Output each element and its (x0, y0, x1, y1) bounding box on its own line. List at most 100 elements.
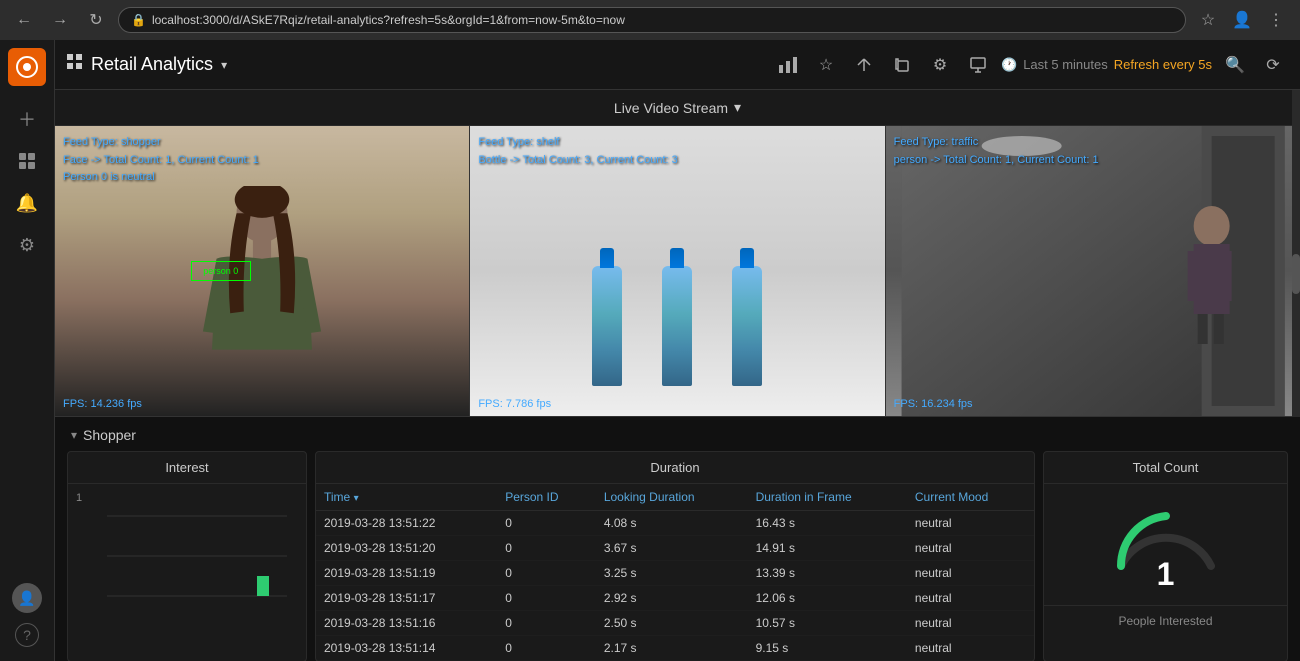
total-count-panel: Total Count 1 People Interested (1043, 451, 1288, 661)
col-person-id[interactable]: Person ID (497, 484, 596, 511)
table-row: 2019-03-28 13:51:14 0 2.17 s 9.15 s neut… (316, 636, 1034, 661)
cell-duration-in-frame: 16.43 s (748, 511, 907, 536)
cell-person-id: 0 (497, 636, 596, 661)
video-section: Live Video Stream ▾ (55, 90, 1300, 417)
sidebar-item-add[interactable]: ＋ (8, 100, 46, 138)
feed-info-2: Bottle -> Total Count: 3, Current Count:… (478, 152, 677, 170)
video-stream-dropdown-icon: ▾ (734, 99, 741, 116)
video-overlay-2: Feed Type: shelf Bottle -> Total Count: … (478, 134, 677, 169)
col-looking-duration[interactable]: Looking Duration (596, 484, 748, 511)
sidebar: ＋ 🔔 ⚙ 👤 ? (0, 40, 55, 661)
interest-chart-svg (76, 496, 298, 616)
nav-settings-button[interactable]: ⚙ (925, 50, 955, 80)
feed-detail-1: Person 0 is neutral (63, 169, 259, 187)
col-current-mood[interactable]: Current Mood (907, 484, 1034, 511)
cell-mood: neutral (907, 536, 1034, 561)
person-silhouette-1 (192, 186, 332, 386)
top-nav: Retail Analytics ▾ ☆ (55, 40, 1300, 90)
video-fps-2: FPS: 7.786 fps (478, 398, 551, 410)
cell-looking-duration: 3.67 s (596, 536, 748, 561)
bottle-3 (732, 266, 762, 386)
corridor-bg (886, 126, 1300, 416)
video-stream-header[interactable]: Live Video Stream ▾ (55, 90, 1300, 126)
cell-duration-in-frame: 12.06 s (748, 586, 907, 611)
address-bar[interactable]: 🔒 localhost:3000/d/ASkE7Rqiz/retail-anal… (118, 7, 1186, 33)
bottom-panels: Interest 1 (55, 451, 1300, 661)
cell-person-id: 0 (497, 536, 596, 561)
sidebar-item-settings[interactable]: ⚙ (8, 226, 46, 264)
cell-person-id: 0 (497, 586, 596, 611)
nav-chart-button[interactable] (773, 50, 803, 80)
interest-panel-title: Interest (68, 452, 306, 484)
avatar[interactable]: 👤 (12, 583, 42, 613)
reload-button[interactable]: ↻ (82, 6, 110, 34)
cell-duration-in-frame: 14.91 s (748, 536, 907, 561)
cell-looking-duration: 2.50 s (596, 611, 748, 636)
browser-menu-button[interactable]: ⋮ (1262, 6, 1290, 34)
title-dropdown-icon[interactable]: ▾ (221, 58, 227, 72)
address-text: localhost:3000/d/ASkE7Rqiz/retail-analyt… (152, 13, 625, 27)
people-interested-label: People Interested (1044, 606, 1287, 636)
gauge-number: 1 (1157, 556, 1175, 593)
nav-copy-button[interactable] (887, 50, 917, 80)
cell-duration-in-frame: 9.15 s (748, 636, 907, 661)
nav-search-button[interactable]: 🔍 (1220, 50, 1250, 80)
shopper-collapse-icon: ▾ (71, 428, 77, 442)
table-row: 2019-03-28 13:51:17 0 2.92 s 12.06 s neu… (316, 586, 1034, 611)
duration-panel-title: Duration (316, 452, 1034, 484)
nav-refresh-button[interactable]: ⟳ (1258, 50, 1288, 80)
gauge-container: 1 (1044, 484, 1287, 606)
refresh-label[interactable]: Refresh every 5s (1114, 57, 1212, 72)
nav-monitor-button[interactable] (963, 50, 993, 80)
cell-time: 2019-03-28 13:51:20 (316, 536, 497, 561)
cell-time: 2019-03-28 13:51:19 (316, 561, 497, 586)
cell-time: 2019-03-28 13:51:14 (316, 636, 497, 661)
cell-looking-duration: 3.25 s (596, 561, 748, 586)
sidebar-item-dashboard[interactable] (8, 142, 46, 180)
back-button[interactable]: ← (10, 6, 38, 34)
bookmark-button[interactable]: ☆ (1194, 6, 1222, 34)
table-row: 2019-03-28 13:51:19 0 3.25 s 13.39 s neu… (316, 561, 1034, 586)
sidebar-item-alerts[interactable]: 🔔 (8, 184, 46, 222)
cell-person-id: 0 (497, 511, 596, 536)
browser-bar: ← → ↻ 🔒 localhost:3000/d/ASkE7Rqiz/retai… (0, 0, 1300, 40)
feed-type-1: Feed Type: shopper (63, 134, 259, 152)
bottle-1 (592, 266, 622, 386)
video-grid: person 0 Feed Type: shopper Face -> Tota… (55, 126, 1300, 416)
profile-button[interactable]: 👤 (1228, 6, 1256, 34)
interest-y-value: 1 (76, 492, 82, 504)
nav-grid-icon[interactable] (67, 54, 83, 75)
lock-icon: 🔒 (131, 13, 146, 27)
sidebar-item-help[interactable]: ? (15, 623, 39, 647)
browser-actions: ☆ 👤 ⋮ (1194, 6, 1290, 34)
cell-person-id: 0 (497, 611, 596, 636)
forward-button[interactable]: → (46, 6, 74, 34)
cell-mood: neutral (907, 561, 1034, 586)
cell-time: 2019-03-28 13:51:22 (316, 511, 497, 536)
duration-panel: Duration Time ▾ Person ID Looking Durati (315, 451, 1035, 661)
total-count-title: Total Count (1044, 452, 1287, 484)
shopper-header[interactable]: ▾ Shopper (55, 417, 1300, 451)
video-overlay-3: Feed Type: traffic person -> Total Count… (894, 134, 1099, 169)
cell-looking-duration: 2.92 s (596, 586, 748, 611)
col-duration-in-frame[interactable]: Duration in Frame (748, 484, 907, 511)
duration-table: Time ▾ Person ID Looking Duration Durati… (316, 484, 1034, 661)
content-area: Live Video Stream ▾ (55, 90, 1300, 661)
cell-mood: neutral (907, 611, 1034, 636)
col-time[interactable]: Time ▾ (316, 484, 497, 511)
video-overlay-1: Feed Type: shopper Face -> Total Count: … (63, 134, 259, 187)
bottle-2 (662, 266, 692, 386)
interest-chart: 1 (68, 484, 306, 624)
app-logo[interactable] (8, 48, 46, 86)
video-section-wrapper: Live Video Stream ▾ (55, 90, 1300, 417)
video-scrollbar[interactable] (1292, 90, 1300, 417)
interest-panel: Interest 1 (67, 451, 307, 661)
cell-duration-in-frame: 13.39 s (748, 561, 907, 586)
main-area: Retail Analytics ▾ ☆ (55, 40, 1300, 661)
feed-info-1: Face -> Total Count: 1, Current Count: 1 (63, 152, 259, 170)
nav-star-button[interactable]: ☆ (811, 50, 841, 80)
app-container: ＋ 🔔 ⚙ 👤 ? Retai (0, 40, 1300, 661)
video-scrollbar-thumb[interactable] (1292, 254, 1300, 294)
nav-share-button[interactable] (849, 50, 879, 80)
shopper-section: ▾ Shopper Interest 1 (55, 417, 1300, 661)
